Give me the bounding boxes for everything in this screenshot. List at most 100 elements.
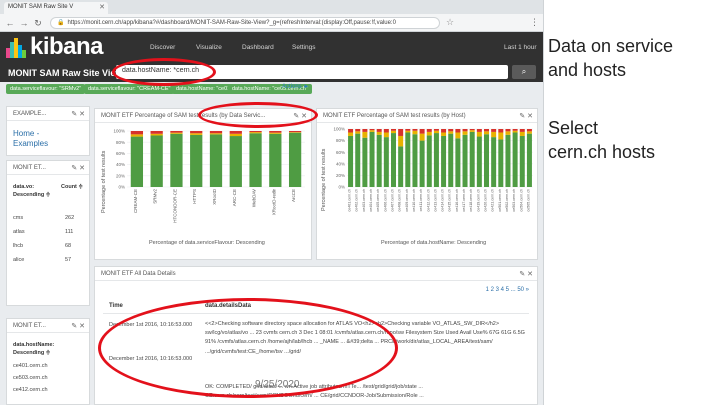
close-icon[interactable]: ✕ — [99, 3, 105, 11]
bar-segment[interactable] — [519, 131, 525, 136]
bar-segment[interactable] — [484, 131, 490, 135]
examples-link[interactable]: Home - Examples — [13, 129, 73, 149]
bar-segment[interactable] — [130, 134, 144, 137]
nav-visualize[interactable]: Visualize — [196, 44, 222, 51]
bar-segment[interactable] — [526, 129, 532, 132]
bar-segment[interactable] — [150, 135, 163, 187]
bar-segment[interactable] — [288, 132, 302, 187]
nav-dashboard[interactable]: Dashboard — [242, 44, 274, 51]
filter-pill[interactable]: data.serviceflavour: "SRMv2" — [6, 84, 86, 94]
bar-segment[interactable] — [190, 134, 203, 187]
bar-segment[interactable] — [249, 131, 262, 133]
bar-segment[interactable] — [376, 134, 382, 187]
bar-segment[interactable] — [348, 129, 354, 133]
bar-segment[interactable] — [209, 134, 223, 187]
bar-segment[interactable] — [209, 133, 223, 135]
bar-segment[interactable] — [150, 131, 163, 134]
bar-segment[interactable] — [512, 129, 518, 131]
bar-segment[interactable] — [348, 132, 354, 136]
bar-segment[interactable] — [170, 132, 183, 134]
bar-segment[interactable] — [526, 131, 532, 134]
bar-segment[interactable] — [526, 133, 532, 187]
column-header-vo[interactable]: data.vo: Descending ≑ — [13, 183, 55, 199]
bar-segment[interactable] — [130, 131, 144, 135]
bar-segment[interactable] — [441, 129, 447, 133]
bar-segment[interactable] — [484, 134, 490, 187]
bar-segment[interactable] — [398, 135, 404, 147]
bar-segment[interactable] — [190, 133, 203, 135]
bar-segment[interactable] — [362, 131, 368, 138]
url-field[interactable]: 🔒 https://monit.cern.ch/app/kibana?#/dash… — [50, 17, 440, 29]
bar-segment[interactable] — [462, 134, 468, 187]
bar-segment[interactable] — [269, 132, 282, 134]
bar-segment[interactable] — [426, 131, 432, 136]
bar-segment[interactable] — [391, 133, 397, 187]
bar-segment[interactable] — [505, 131, 511, 135]
filter-actions-link[interactable]: Actions ► — [282, 84, 309, 90]
bar-segment[interactable] — [491, 129, 497, 132]
bar-segment[interactable] — [362, 137, 368, 187]
bookmark-star-icon[interactable]: ☆ — [446, 17, 454, 28]
bar-segment[interactable] — [448, 133, 454, 187]
bar-segment[interactable] — [476, 131, 482, 137]
bar-segment[interactable] — [269, 133, 282, 187]
edit-icon[interactable]: ✎ ✕ — [71, 164, 85, 172]
bar-segment[interactable] — [491, 137, 497, 187]
time-picker[interactable]: Last 1 hour — [504, 44, 537, 51]
bar-segment[interactable] — [412, 134, 418, 187]
bar-segment[interactable] — [249, 132, 262, 134]
bar-segment[interactable] — [348, 135, 354, 187]
bar-segment[interactable] — [229, 131, 242, 134]
bar-segment[interactable] — [462, 131, 468, 135]
bar-segment[interactable] — [433, 129, 439, 131]
bar-segment[interactable] — [476, 136, 482, 187]
bar-segment[interactable] — [426, 135, 432, 187]
edit-icon[interactable]: ✎ ✕ — [71, 322, 85, 330]
bar-segment[interactable] — [476, 129, 482, 132]
bar-segment[interactable] — [355, 131, 361, 134]
bar-segment[interactable] — [398, 129, 404, 136]
bar-segment[interactable] — [383, 132, 389, 138]
bar-segment[interactable] — [419, 133, 425, 141]
bar-segment[interactable] — [405, 132, 411, 187]
bar-segment[interactable] — [512, 132, 518, 187]
bar-segment[interactable] — [130, 136, 144, 187]
bar-segment[interactable] — [519, 129, 525, 132]
bar-segment[interactable] — [412, 129, 418, 131]
bar-segment[interactable] — [462, 129, 468, 132]
bar-segment[interactable] — [405, 130, 411, 133]
bar-segment[interactable] — [419, 140, 425, 187]
bar-segment[interactable] — [369, 131, 375, 187]
bar-segment[interactable] — [376, 131, 382, 135]
bar-segment[interactable] — [448, 131, 454, 134]
bar-segment[interactable] — [519, 135, 525, 187]
browser-menu-icon[interactable]: ⋮ — [530, 17, 539, 28]
reload-icon[interactable]: ↻ — [32, 17, 44, 29]
bar-segment[interactable] — [512, 130, 518, 133]
bar-segment[interactable] — [229, 133, 242, 137]
nav-discover[interactable]: Discover — [150, 44, 175, 51]
bar-segment[interactable] — [433, 133, 439, 187]
bar-segment[interactable] — [505, 134, 511, 187]
bar-segment[interactable] — [455, 129, 461, 133]
bar-segment[interactable] — [491, 131, 497, 138]
bar-segment[interactable] — [170, 133, 183, 187]
bar-segment[interactable] — [441, 135, 447, 187]
bar-segment[interactable] — [412, 130, 418, 135]
edit-icon[interactable]: ✎ ✕ — [519, 270, 533, 278]
bar-segment[interactable] — [405, 129, 411, 131]
column-header-count[interactable]: Count ≑ — [61, 183, 87, 191]
bar-segment[interactable] — [170, 131, 183, 133]
bar-segment[interactable] — [209, 131, 223, 134]
bar-segment[interactable] — [455, 132, 461, 139]
bar-segment[interactable] — [362, 129, 368, 132]
search-icon[interactable]: ⌕ — [512, 65, 536, 79]
edit-icon[interactable]: ✎ ✕ — [519, 112, 533, 120]
bar-segment[interactable] — [426, 129, 432, 132]
bar-segment[interactable] — [190, 131, 203, 134]
bar-segment[interactable] — [398, 146, 404, 187]
bar-segment[interactable] — [391, 130, 397, 134]
bar-segment[interactable] — [288, 131, 302, 133]
bar-segment[interactable] — [383, 129, 389, 133]
bar-segment[interactable] — [391, 129, 397, 131]
